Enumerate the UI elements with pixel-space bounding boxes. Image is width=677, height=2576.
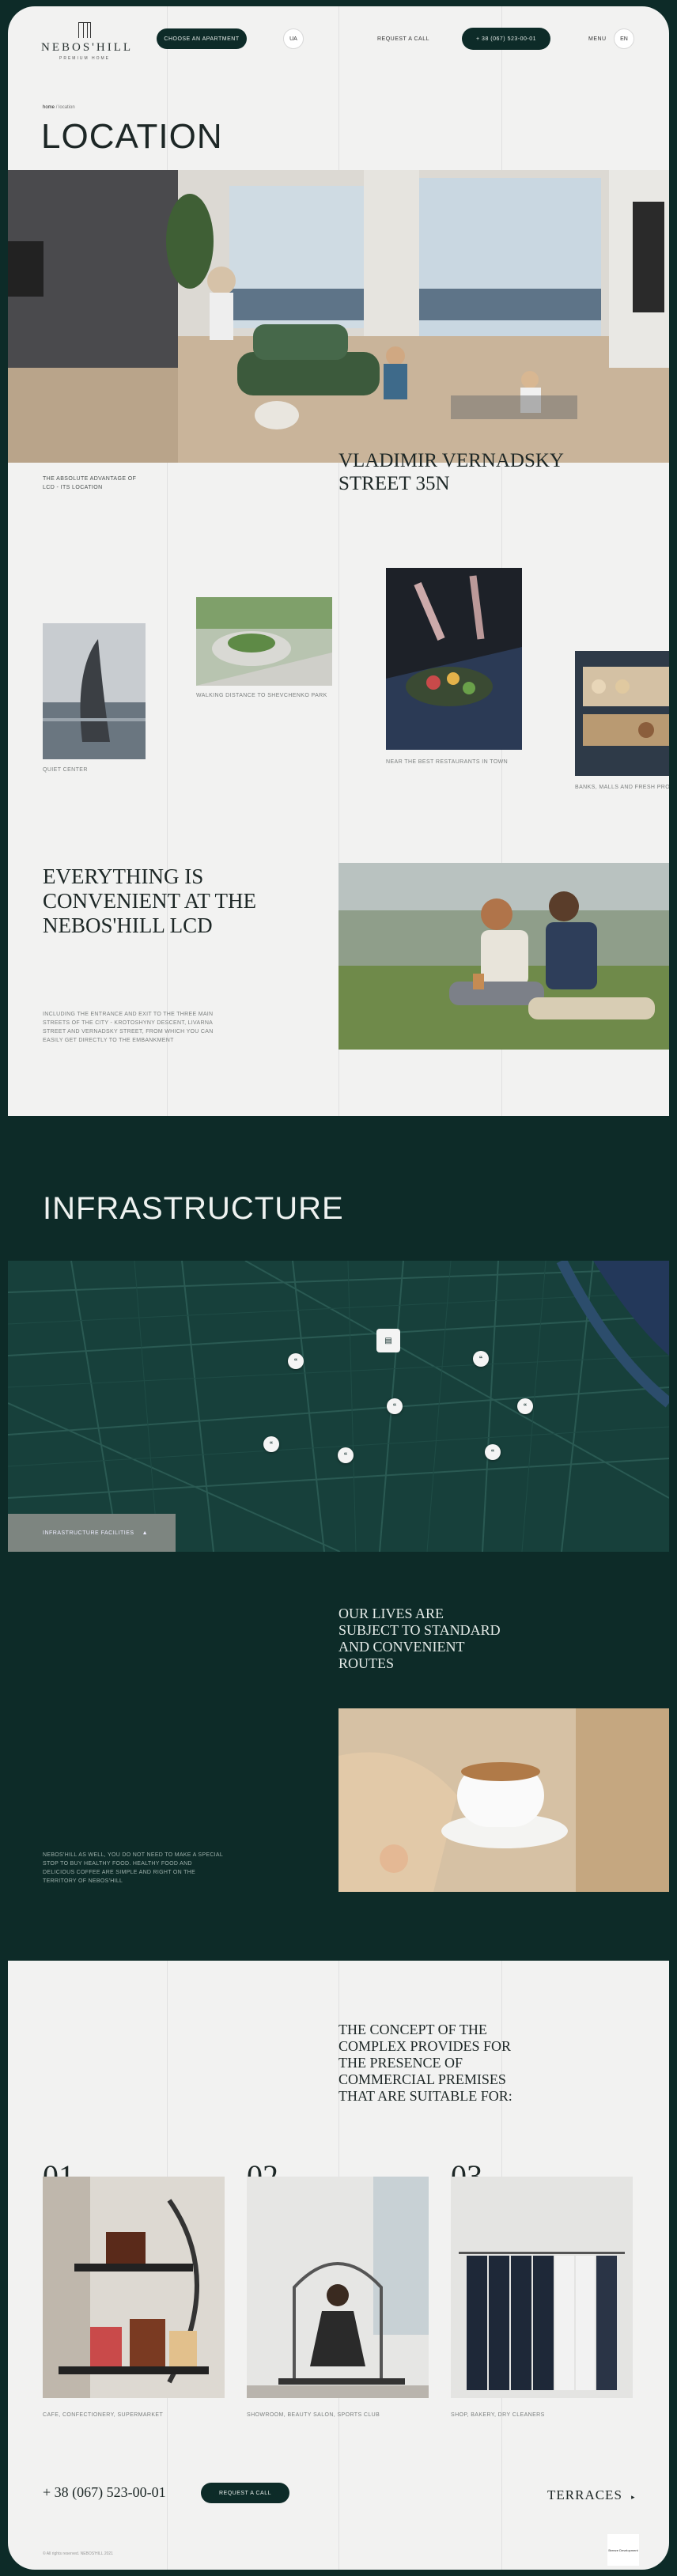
logo-name: NEBOS'HILL <box>41 41 134 54</box>
infrastructure-map[interactable]: ▤ “ “ “ “ “ “ “ INFRASTRUCTURE FACILITIE… <box>8 1261 669 1552</box>
concept-title: THE CONCEPT OF THE COMPLEX PROVIDES FOR … <box>338 2022 512 2104</box>
developer-badge[interactable]: Breeze Development <box>607 2534 639 2566</box>
breadcrumb: home / location <box>43 105 75 110</box>
logo-mark-icon <box>78 22 91 38</box>
request-call-link[interactable]: REQUEST A CALL <box>377 36 429 42</box>
restaurant-photo <box>386 568 522 750</box>
menu-button[interactable]: EN <box>614 28 634 49</box>
footer-phone[interactable]: + 38 (067) 523-00-01 <box>43 2484 166 2501</box>
shevchenko-park-photo <box>196 597 332 686</box>
copyright: © All rights reserved. NEBOS'HILL 2021 <box>43 2551 113 2556</box>
quiet-center-photo <box>43 623 146 759</box>
routes-text: NEBOS'HILL AS WELL, YOU DO NOT NEED TO M… <box>43 1852 223 1884</box>
location-advantage-label: THE ABSOLUTE ADVANTAGE OF LCD - ITS LOCA… <box>43 476 137 490</box>
market-caption: BANKS, MALLS AND FRESH PRODUCE <box>575 785 669 790</box>
couple-photo <box>338 863 669 1050</box>
breadcrumb-home[interactable]: home <box>43 105 55 110</box>
location-address: VLADIMIR VERNADSKY STREET 35N <box>338 450 564 494</box>
arrow-right-icon: ▸ <box>631 2493 636 2501</box>
concept-caption: SHOWROOM, BEAUTY SALON, SPORTS CLUB <box>247 2412 380 2418</box>
developer-badge-text: Breeze Development <box>608 2548 638 2552</box>
map-poi-marker[interactable]: “ <box>288 1353 304 1369</box>
map-poi-marker[interactable]: “ <box>338 1447 354 1463</box>
concept-caption: CAFE, CONFECTIONERY, SUPERMARKET <box>43 2412 164 2418</box>
yoga-photo <box>247 2177 429 2398</box>
infrastructure-section: INFRASTRUCTURE ▤ “ “ “ “ “ “ “ INFRASTRU… <box>8 1116 669 1961</box>
map-poi-marker[interactable]: “ <box>263 1436 279 1452</box>
market-photo <box>575 651 669 776</box>
menu-label[interactable]: MENU <box>588 36 607 42</box>
map-main-building-marker[interactable]: ▤ <box>376 1329 400 1352</box>
logo[interactable]: NEBOS'HILL PREMIUM HOME <box>41 22 134 61</box>
page-title: LOCATION <box>41 117 223 156</box>
map-poi-marker[interactable]: “ <box>387 1398 403 1414</box>
choose-apartment-button[interactable]: CHOOSE AN APARTMENT <box>157 28 247 49</box>
breadcrumb-current: location <box>59 105 75 110</box>
quiet-center-caption: QUIET CENTER <box>43 767 88 773</box>
routes-title: OUR LIVES ARE SUBJECT TO STANDARD AND CO… <box>338 1606 501 1671</box>
caret-up-icon: ▲ <box>142 1530 149 1536</box>
convenient-title: EVERYTHING IS CONVENIENT AT THE NEBOS'HI… <box>43 864 256 937</box>
infrastructure-filter-label: INFRASTRUCTURE FACILITIES <box>43 1530 134 1536</box>
page-sheet: NEBOS'HILL PREMIUM HOME CHOOSE AN APARTM… <box>8 6 669 2570</box>
concept-caption: SHOP, BAKERY, DRY CLEANERS <box>451 2412 545 2418</box>
infrastructure-title: INFRASTRUCTURE <box>43 1191 344 1226</box>
convenient-text: INCLUDING THE ENTRANCE AND EXIT TO THE T… <box>43 1012 214 1043</box>
clothing-shop-photo <box>451 2177 633 2398</box>
map-poi-marker[interactable]: “ <box>517 1398 533 1414</box>
shevchenko-park-caption: WALKING DISTANCE TO SHEVCHENKO PARK <box>196 693 327 698</box>
infrastructure-filter-button[interactable]: INFRASTRUCTURE FACILITIES ▲ <box>8 1514 176 1552</box>
cafe-photo <box>43 2177 225 2398</box>
next-page-link[interactable]: TERRACES ▸ <box>547 2487 636 2503</box>
next-page-label: TERRACES <box>547 2487 622 2502</box>
phone-button[interactable]: + 38 (067) 523-00-01 <box>462 28 550 50</box>
map-poi-marker[interactable]: “ <box>485 1444 501 1460</box>
breadcrumb-separator: / <box>55 105 58 110</box>
logo-subtitle: PREMIUM HOME <box>59 56 110 61</box>
coffee-photo <box>338 1708 669 1892</box>
request-call-button[interactable]: REQUEST A CALL <box>201 2483 289 2503</box>
page-frame: NEBOS'HILL PREMIUM HOME CHOOSE AN APARTM… <box>0 0 677 2576</box>
hero-living-room-photo <box>8 170 669 463</box>
map-poi-marker[interactable]: “ <box>473 1351 489 1367</box>
language-switch[interactable]: UA <box>283 28 304 49</box>
restaurants-caption: NEAR THE BEST RESTAURANTS IN TOWN <box>386 759 509 765</box>
